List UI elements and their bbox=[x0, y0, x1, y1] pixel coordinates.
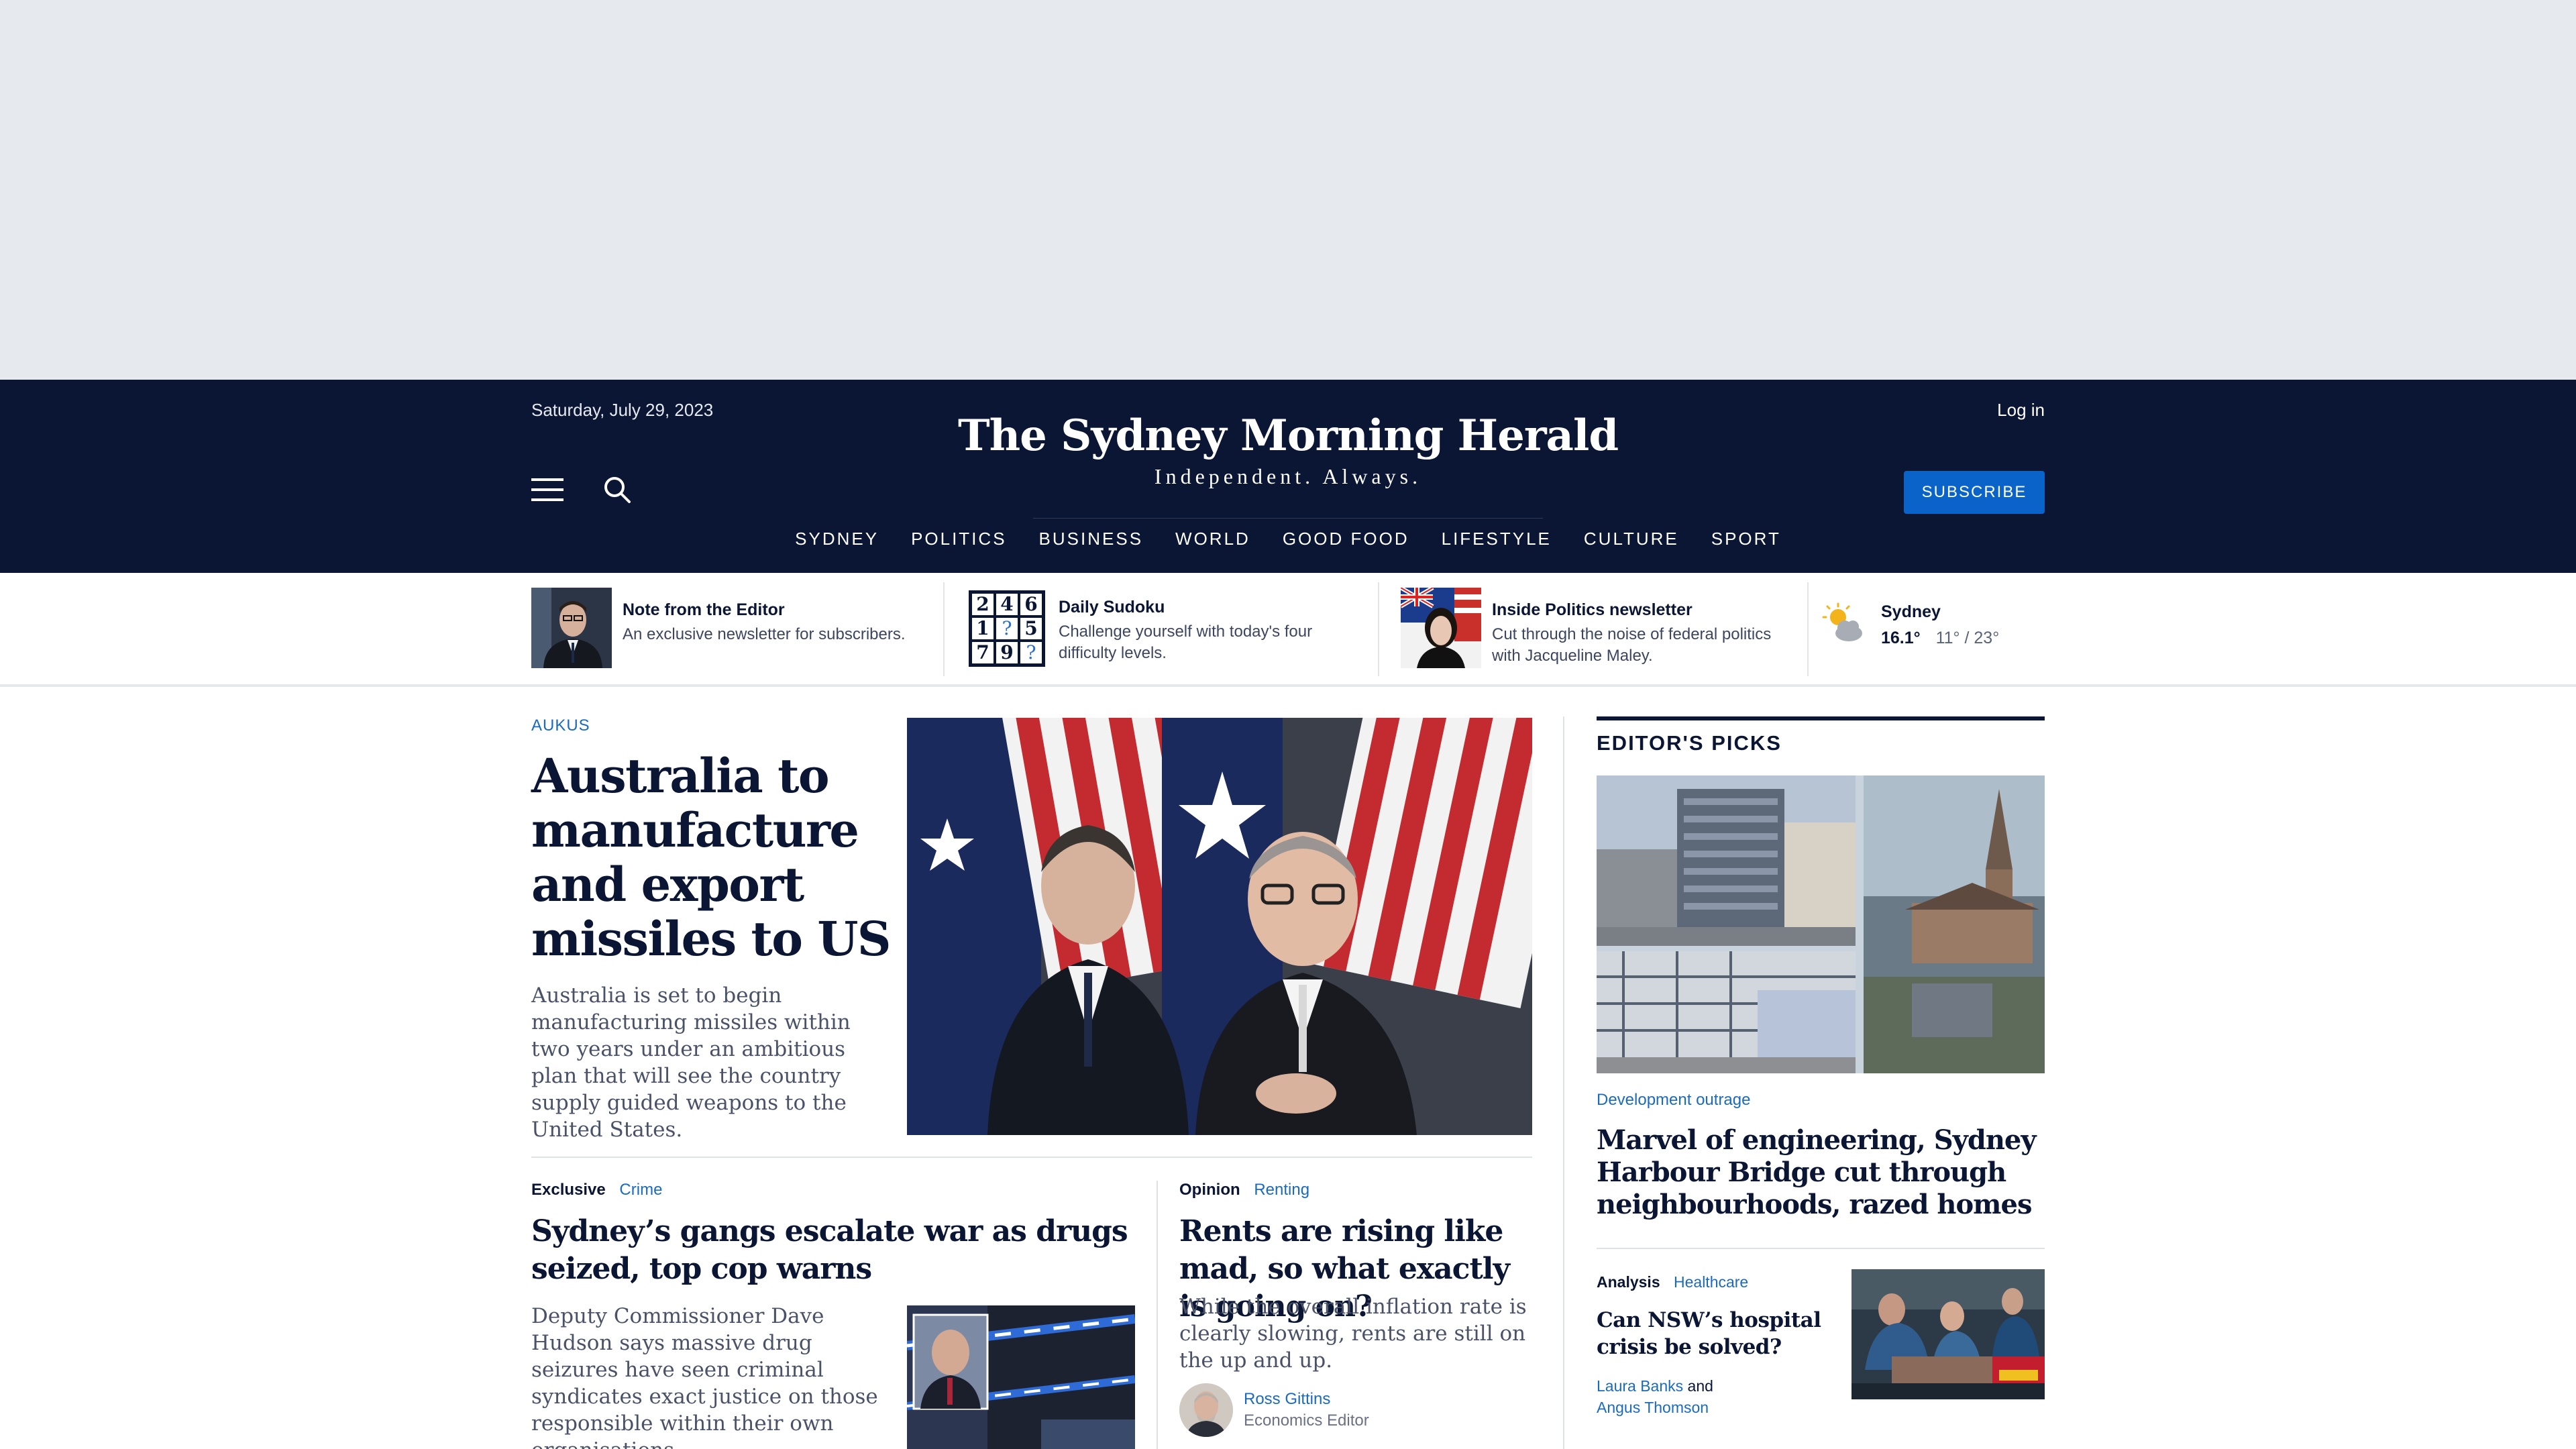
login-link[interactable]: Log in bbox=[1997, 400, 2045, 421]
weather-widget[interactable]: Sydney 16.1° 11° / 23° bbox=[1822, 602, 1999, 648]
analysis-tag: Analysis bbox=[1597, 1273, 1660, 1291]
lead-kicker[interactable]: AUKUS bbox=[531, 716, 590, 735]
story-summary: Deputy Commissioner Dave Hudson says mas… bbox=[531, 1304, 878, 1449]
author-joiner: and bbox=[1687, 1377, 1713, 1395]
promo-description: Cut through the noise of federal politic… bbox=[1492, 625, 1772, 643]
story-label: Analysis Healthcare bbox=[1597, 1273, 1748, 1291]
nav-item-politics[interactable]: POLITICS bbox=[911, 529, 1006, 549]
partly-cloudy-icon bbox=[1822, 602, 1865, 645]
logo-wordmark: The Sydney Morning Herald bbox=[957, 411, 1619, 461]
search-icon[interactable] bbox=[601, 474, 633, 506]
sidebar-divider bbox=[1563, 716, 1564, 1449]
lead-headline[interactable]: Australia to manufacture and export miss… bbox=[531, 749, 894, 966]
menu-icon[interactable] bbox=[531, 478, 564, 501]
promo-description: An exclusive newsletter for subscribers. bbox=[623, 625, 906, 643]
weather-current-temp: 16.1° bbox=[1881, 629, 1921, 647]
story-summary: While the overall inflation rate is clea… bbox=[1179, 1295, 1527, 1373]
nav-item-culture[interactable]: CULTURE bbox=[1584, 529, 1679, 549]
editor-photo bbox=[531, 588, 612, 668]
editors-pick-headline[interactable]: Marvel of engineering, Sydney Harbour Br… bbox=[1597, 1124, 2045, 1221]
lead-image[interactable] bbox=[907, 718, 1532, 1135]
promo-editor-note[interactable]: Note from the Editor An exclusive newsle… bbox=[531, 588, 906, 671]
story-label: Exclusive Crime bbox=[531, 1181, 1135, 1199]
category-link[interactable]: Renting bbox=[1254, 1181, 1309, 1199]
category-link[interactable]: Crime bbox=[619, 1181, 662, 1199]
promo-daily-sudoku[interactable]: 2 4 6 1 ? 5 7 9 ? Daily Sudoku Challenge… bbox=[969, 590, 1312, 674]
promo-divider bbox=[1807, 582, 1809, 676]
masthead: Saturday, July 29, 2023 Log in The Sydne… bbox=[0, 380, 2576, 573]
weather-range: 11° / 23° bbox=[1935, 629, 2000, 647]
author-link[interactable]: Angus Thomson bbox=[1597, 1399, 1709, 1416]
sidebar-divider bbox=[1597, 1248, 2045, 1249]
author-link[interactable]: Laura Banks bbox=[1597, 1377, 1683, 1395]
promo-description: Challenge yourself with today's four bbox=[1059, 623, 1313, 641]
author-name[interactable]: Ross Gittins bbox=[1244, 1390, 1369, 1409]
story-authors: Laura Banks and Angus Thomson bbox=[1597, 1375, 1713, 1418]
story-label: Opinion Renting bbox=[1179, 1181, 1309, 1199]
promo-title: Note from the Editor bbox=[623, 600, 785, 619]
author-avatar[interactable] bbox=[1179, 1383, 1233, 1437]
sidebar-rule bbox=[1597, 716, 2045, 720]
nav-item-sydney[interactable]: SYDNEY bbox=[795, 529, 879, 549]
editors-picks-title: EDITOR'S PICKS bbox=[1597, 731, 1782, 755]
promo-description: with Jacqueline Maley. bbox=[1492, 647, 1653, 665]
logo-tagline: Independent. Always. bbox=[1154, 464, 1422, 488]
nav-item-lifestyle[interactable]: LIFESTYLE bbox=[1442, 529, 1552, 549]
sudoku-icon: 2 4 6 1 ? 5 7 9 ? bbox=[969, 590, 1045, 667]
promo-description: difficulty levels. bbox=[1059, 644, 1167, 662]
current-date: Saturday, July 29, 2023 bbox=[531, 400, 714, 420]
section-divider bbox=[531, 1157, 1532, 1158]
nav-item-world[interactable]: WORLD bbox=[1175, 529, 1250, 549]
exclusive-tag: Exclusive bbox=[531, 1181, 606, 1199]
story-image[interactable] bbox=[907, 1305, 1135, 1449]
editors-pick-image[interactable] bbox=[1597, 775, 2045, 1073]
author-role: Economics Editor bbox=[1244, 1411, 1369, 1430]
subscribe-button[interactable]: SUBSCRIBE bbox=[1904, 471, 2045, 514]
promo-divider bbox=[1378, 582, 1379, 676]
promo-title: Inside Politics newsletter bbox=[1492, 600, 1693, 619]
nav-item-business[interactable]: BUSINESS bbox=[1039, 529, 1144, 549]
promo-bar: Note from the Editor An exclusive newsle… bbox=[0, 573, 2576, 687]
advertisement-slot bbox=[0, 0, 2576, 380]
category-link[interactable]: Healthcare bbox=[1674, 1273, 1748, 1291]
author-byline: Ross Gittins Economics Editor bbox=[1179, 1383, 1369, 1437]
nav-item-sport[interactable]: SPORT bbox=[1711, 529, 1781, 549]
column-divider bbox=[1157, 1181, 1158, 1449]
promo-title: Daily Sudoku bbox=[1059, 598, 1165, 616]
nav-divider bbox=[1033, 518, 1543, 519]
story-headline[interactable]: Sydney’s gangs escalate war as drugs sei… bbox=[531, 1213, 1135, 1288]
editors-pick-kicker[interactable]: Development outrage bbox=[1597, 1091, 1750, 1110]
nav-item-good-food[interactable]: GOOD FOOD bbox=[1283, 529, 1409, 549]
weather-city: Sydney bbox=[1881, 602, 1941, 621]
section-nav: SYDNEY POLITICS BUSINESS WORLD GOOD FOOD… bbox=[0, 529, 2576, 549]
editors-pick-headline[interactable]: Can NSW’s hospital crisis be solved? bbox=[1597, 1307, 1825, 1360]
story-image[interactable] bbox=[1851, 1269, 2045, 1399]
opinion-tag: Opinion bbox=[1179, 1181, 1240, 1199]
columnist-photo bbox=[1399, 586, 1481, 668]
lead-summary: Australia is set to begin manufacturing … bbox=[531, 983, 851, 1142]
site-logo[interactable]: The Sydney Morning Herald Independent. A… bbox=[953, 409, 1623, 490]
promo-inside-politics[interactable]: Inside Politics newsletter Cut through t… bbox=[1399, 586, 1772, 671]
promo-divider bbox=[943, 582, 945, 676]
